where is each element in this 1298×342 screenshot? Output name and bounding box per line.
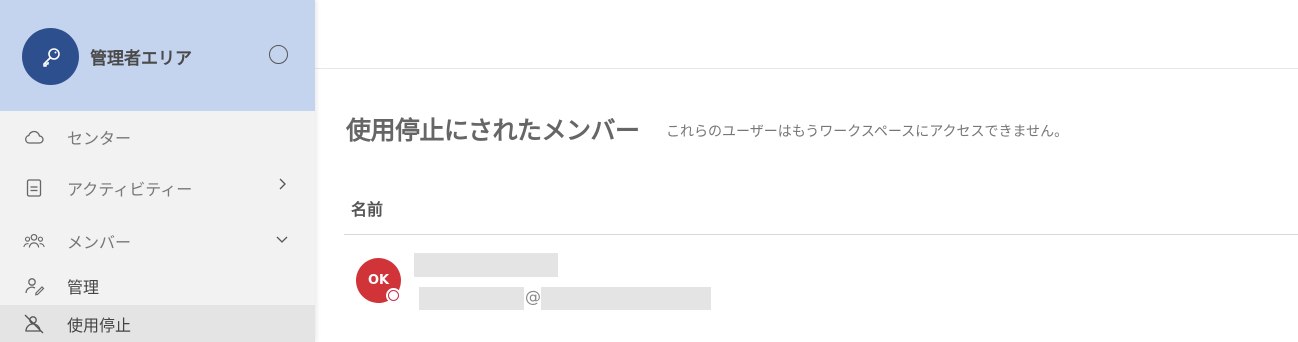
redacted-email-domain [541,287,711,310]
sidebar-subitem-manage[interactable]: 管理 [0,266,315,306]
table-divider [344,234,1298,235]
main-content: 使用停止にされたメンバー これらのユーザーはもうワークスペースにアクセスできませ… [315,0,1298,342]
sidebar: 管理者エリア センター アクティビティー メンバー 管理 使用停止 [0,0,315,342]
page-subtitle: これらのユーザーはもうワークスペースにアクセスできません。 [666,124,1069,140]
admin-avatar[interactable] [22,28,79,85]
sidebar-title: 管理者エリア [90,49,192,69]
sidebar-item-center[interactable]: センター [0,117,315,157]
chevron-right-icon [279,178,286,190]
person-edit-icon [22,274,46,298]
email-at-sign: @ [525,287,541,306]
sidebar-subitem-suspended[interactable]: 使用停止 [0,305,315,342]
redacted-email-user [419,287,524,310]
sidebar-item-label: センター [67,129,132,148]
table-row[interactable]: OK @ [344,245,1298,315]
sidebar-subitem-label: 使用停止 [67,315,132,335]
topbar-divider [315,68,1298,69]
redacted-name [414,253,558,277]
document-icon [22,176,46,200]
person-block-icon [22,312,46,336]
sidebar-item-label: メンバー [67,233,132,252]
chevron-down-icon [276,236,288,243]
status-offline-icon [386,288,401,303]
sidebar-header: 管理者エリア [0,0,315,111]
sidebar-item-activity[interactable]: アクティビティー [0,168,315,208]
sidebar-item-label: アクティビティー [67,180,193,199]
column-header-name[interactable]: 名前 [351,196,383,220]
status-circle-icon[interactable] [269,45,288,64]
cloud-icon [22,125,46,149]
page-title: 使用停止にされたメンバー [346,116,640,145]
sidebar-subitem-label: 管理 [67,278,100,297]
people-icon [22,229,46,253]
sidebar-item-members[interactable]: メンバー [0,221,315,261]
key-icon [42,47,60,67]
